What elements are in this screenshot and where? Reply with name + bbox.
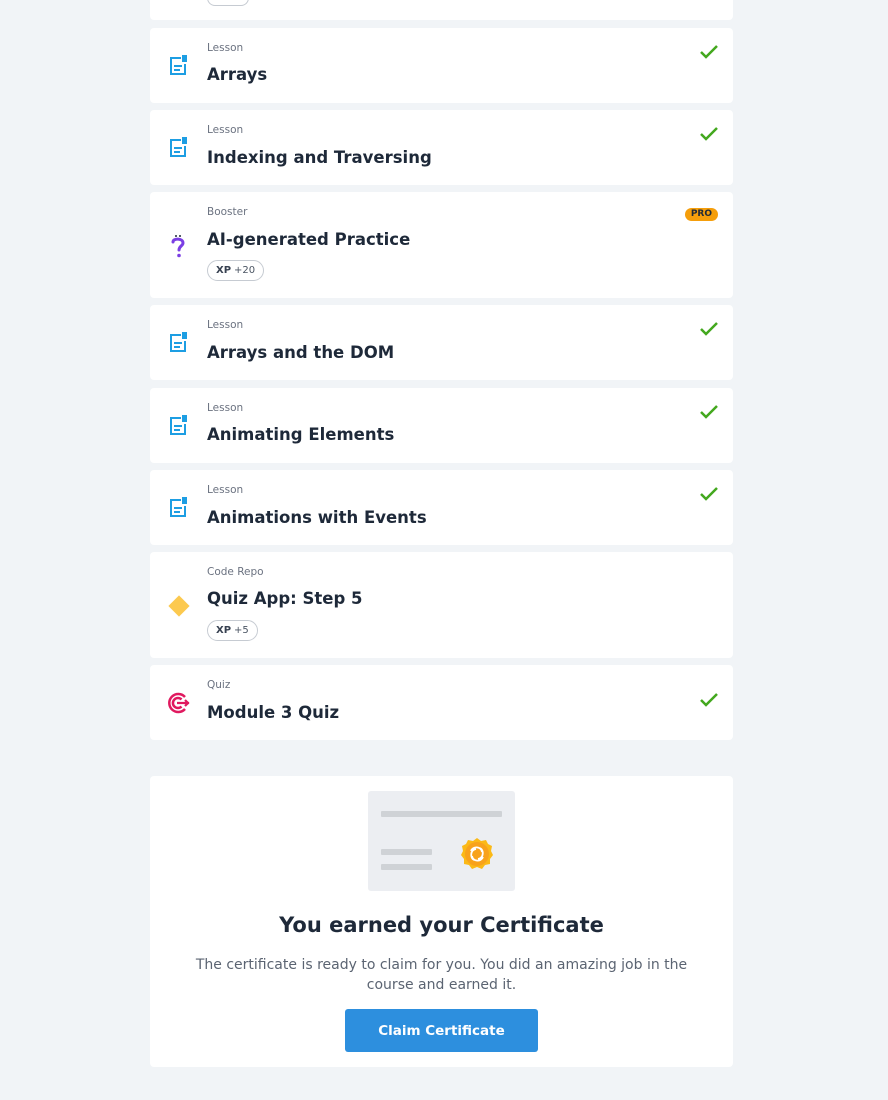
question-icon — [166, 234, 190, 258]
module-item-previous[interactable] — [150, 0, 733, 20]
item-type: Code Repo — [207, 566, 264, 578]
target-icon — [166, 691, 190, 715]
module-item-module-quiz[interactable]: Quiz Module 3 Quiz — [150, 665, 733, 740]
certificate-card: You earned your Certificate The certific… — [150, 776, 733, 1067]
item-type: Lesson — [207, 402, 244, 414]
item-title: Indexing and Traversing — [207, 148, 432, 167]
item-title: Animating Elements — [207, 425, 395, 444]
module-item-indexing[interactable]: Lesson Indexing and Traversing — [150, 110, 733, 185]
module-item-ai-practice[interactable]: Booster AI-generated Practice PRO XP +20 — [150, 192, 733, 298]
xp-pill: XP +20 — [207, 260, 265, 281]
item-title: Arrays — [207, 65, 268, 84]
xp-pill: XP +5 — [207, 620, 258, 641]
module-item-quiz-app[interactable]: Code Repo Quiz App: Step 5 XP +5 — [150, 552, 733, 658]
item-type: Lesson — [207, 484, 244, 496]
lesson-icon — [166, 135, 190, 159]
xp-value: +5 — [234, 625, 249, 636]
lesson-icon — [166, 53, 190, 77]
check-icon — [699, 484, 719, 504]
item-title: Animations with Events — [207, 508, 427, 527]
item-title: Module 3 Quiz — [207, 703, 340, 722]
xp-label: XP — [216, 625, 232, 636]
xp-pill — [207, 0, 249, 6]
certificate-title: You earned your Certificate — [279, 913, 604, 937]
check-icon — [699, 319, 719, 339]
lesson-icon — [166, 413, 190, 437]
check-icon — [699, 124, 719, 144]
module-item-arrays[interactable]: Lesson Arrays — [150, 28, 733, 103]
check-icon — [699, 402, 719, 422]
xp-value: +20 — [234, 265, 256, 276]
pro-badge: PRO — [684, 208, 718, 221]
xp-label: XP — [216, 265, 232, 276]
item-type: Booster — [207, 206, 248, 218]
certificate-description: The certificate is ready to claim for yo… — [195, 957, 688, 993]
item-type: Lesson — [207, 124, 244, 136]
item-type: Lesson — [207, 319, 244, 331]
module-item-animating[interactable]: Lesson Animating Elements — [150, 388, 733, 463]
item-title: AI-generated Practice — [207, 230, 411, 249]
certificate-illustration — [368, 791, 515, 891]
item-type: Quiz — [207, 679, 231, 691]
lesson-icon — [166, 330, 190, 354]
diamond-icon — [166, 593, 190, 617]
item-title: Quiz App: Step 5 — [207, 589, 363, 608]
item-type: Lesson — [207, 42, 244, 54]
module-item-animations-events[interactable]: Lesson Animations with Events — [150, 470, 733, 545]
check-icon — [699, 42, 719, 62]
check-icon — [699, 690, 719, 710]
module-item-arrays-dom[interactable]: Lesson Arrays and the DOM — [150, 305, 733, 380]
item-title: Arrays and the DOM — [207, 343, 395, 362]
lesson-icon — [166, 495, 190, 519]
claim-certificate-button[interactable]: Claim Certificate — [345, 1009, 538, 1052]
